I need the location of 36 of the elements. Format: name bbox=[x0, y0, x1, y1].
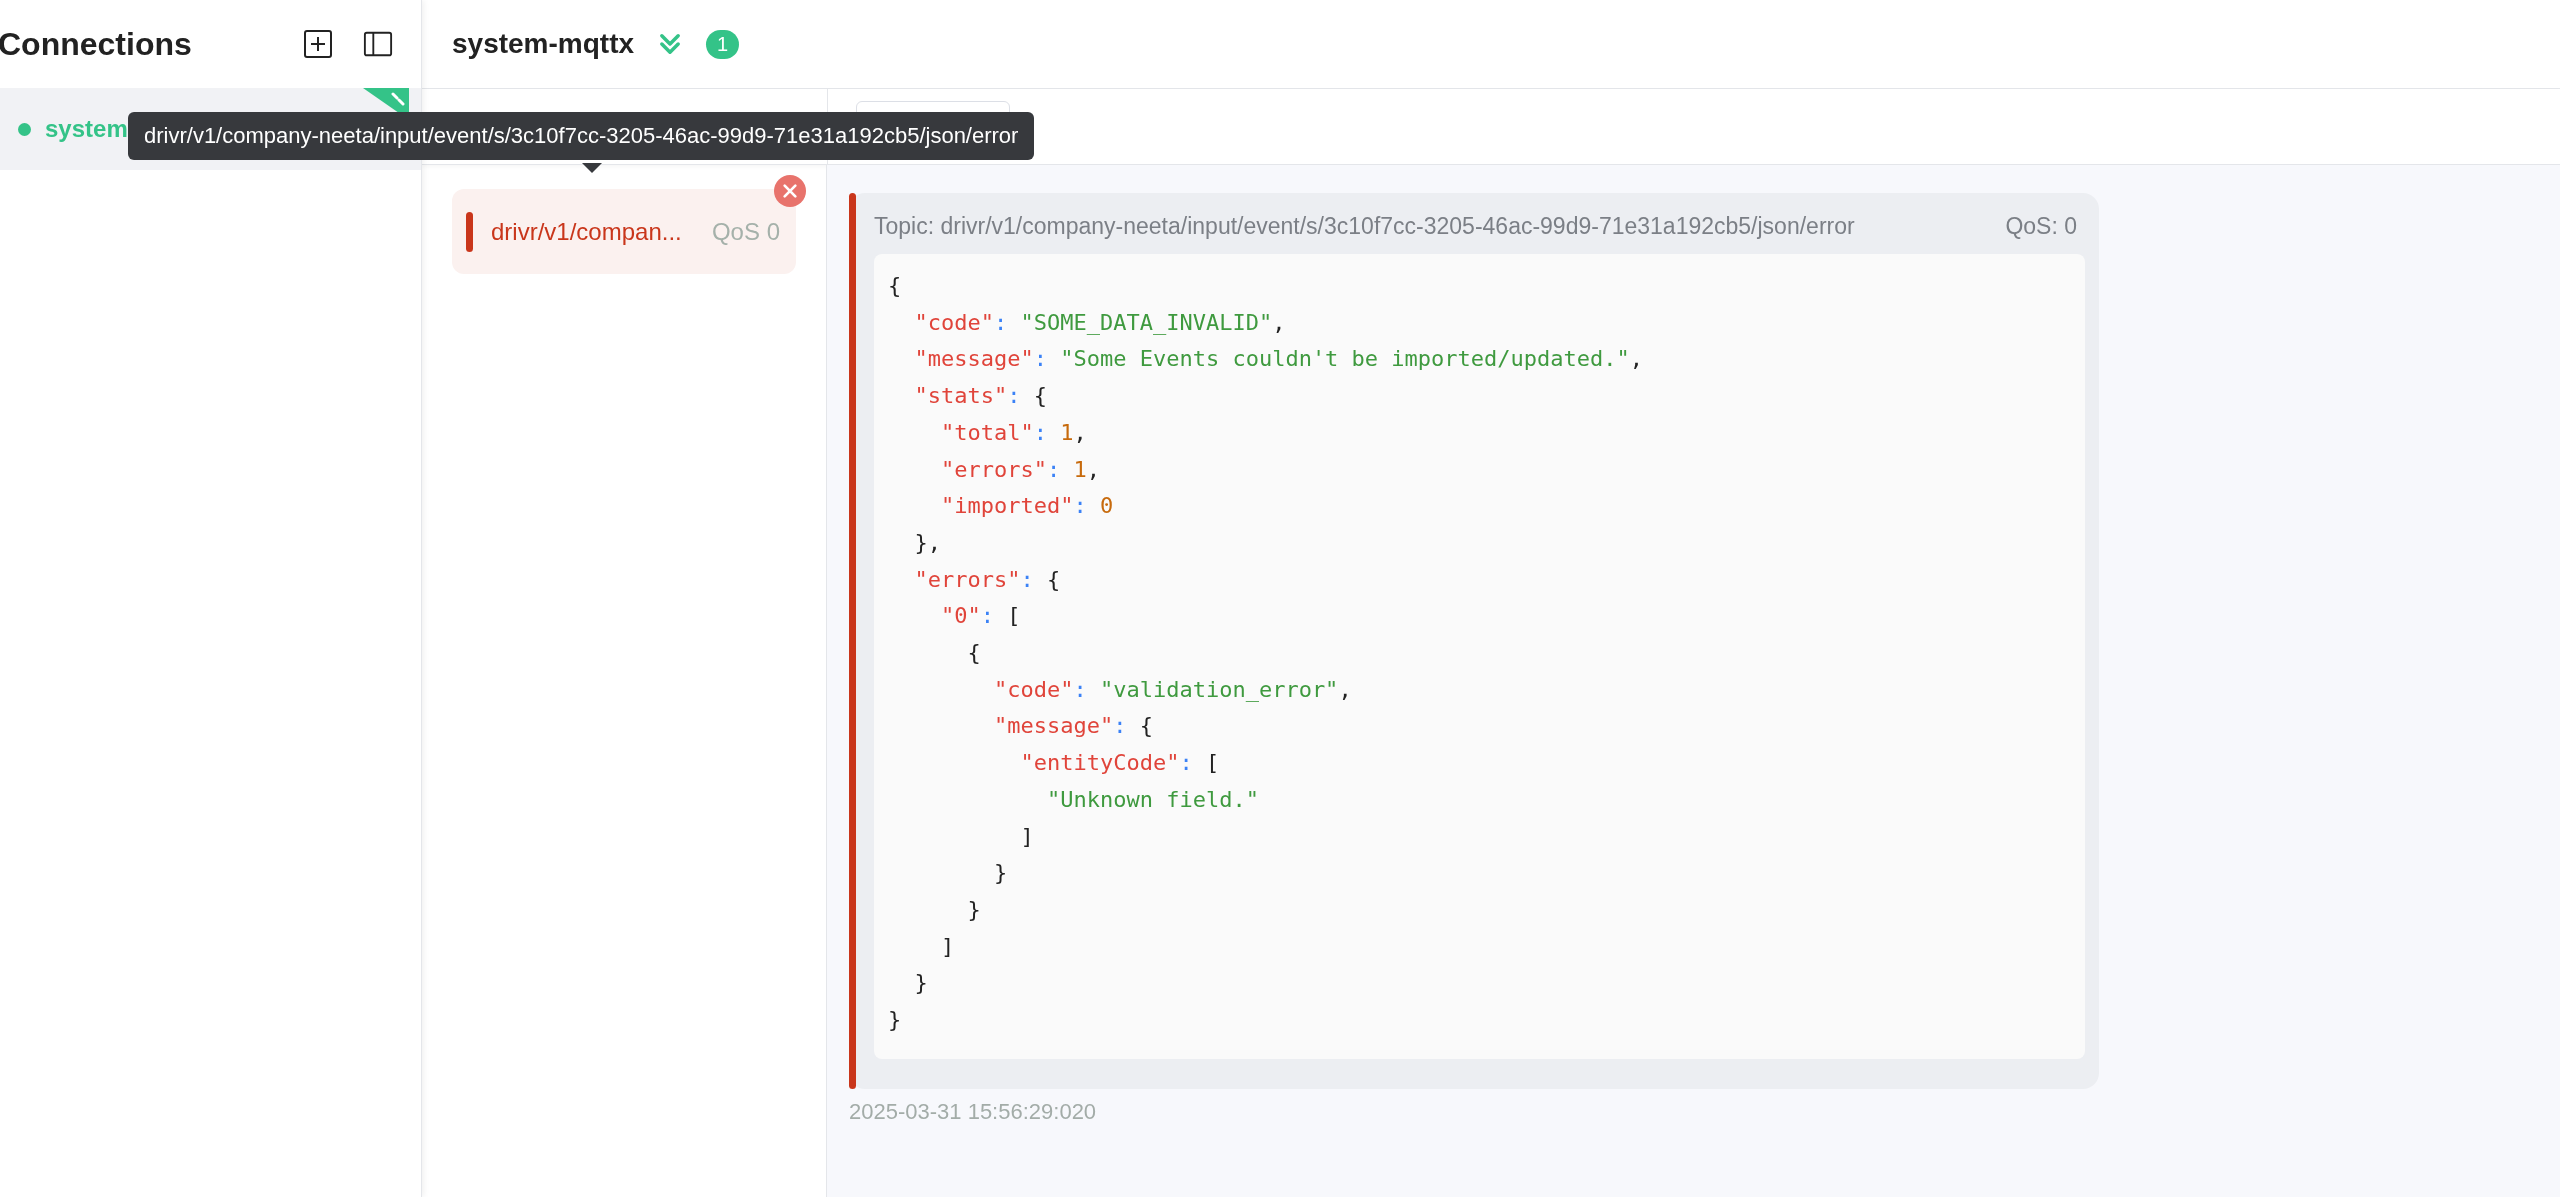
code-line: "imported": 0 bbox=[940, 492, 1115, 521]
code-line: } bbox=[888, 1006, 903, 1035]
code-line: ] bbox=[1019, 822, 1035, 851]
code-line: "stats": { bbox=[913, 382, 1048, 411]
add-icon[interactable] bbox=[303, 29, 333, 59]
qos-label: QoS 0 bbox=[711, 217, 780, 246]
subscription-topic: drivr/v1/compan... bbox=[491, 217, 683, 246]
code-line: "errors": 1, bbox=[940, 455, 1101, 484]
code-line: "code": "SOME_DATA_INVALID", bbox=[913, 308, 1287, 337]
code-line: "message": "Some Events couldn't be imported/updated.", bbox=[913, 345, 1644, 374]
link-icon bbox=[391, 92, 405, 106]
code-line: "total": 1, bbox=[940, 418, 1088, 447]
code-line: "Unknown field." bbox=[1045, 785, 1260, 814]
unread-badge: 1 bbox=[706, 29, 740, 59]
code-line: ] bbox=[940, 932, 956, 961]
code-line: "code": "validation_error", bbox=[992, 675, 1353, 704]
code-line: }, bbox=[913, 528, 942, 557]
close-icon[interactable] bbox=[774, 175, 806, 207]
subscription-item[interactable]: drivr/v1/compan... QoS 0 bbox=[452, 189, 796, 274]
message-qos: QoS: 0 bbox=[2005, 213, 2077, 240]
code-line: } bbox=[913, 969, 929, 998]
topic-tooltip: drivr/v1/company-neeta/input/event/s/3c10f7cc-3205-46ac-99d9-71e31a192cb5/json/error bbox=[128, 112, 1035, 160]
tooltip-arrow bbox=[582, 163, 602, 173]
code-line: "errors": { bbox=[913, 565, 1062, 594]
connection-title: system-mqttx bbox=[452, 28, 635, 60]
sidebar-title: Connections bbox=[0, 25, 192, 63]
message-topic: Topic: drivr/v1/company-neeta/input/event/s/3c10f7cc-3205-46ac-99d9-71e31a192cb5/json/error bbox=[874, 213, 1855, 240]
code-line: } bbox=[966, 895, 982, 924]
code-line: } bbox=[992, 859, 1009, 888]
sidebar-toggle-icon[interactable] bbox=[363, 29, 393, 59]
code-line: { bbox=[888, 272, 903, 300]
message-time: 2025-03-31 15:56:29:020 bbox=[849, 1098, 1097, 1125]
code-line: "0": [ bbox=[940, 602, 1022, 631]
code-line: { bbox=[966, 639, 982, 668]
code-line: "message": { bbox=[992, 712, 1154, 741]
code-line: "entityCode": [ bbox=[1019, 749, 1221, 778]
